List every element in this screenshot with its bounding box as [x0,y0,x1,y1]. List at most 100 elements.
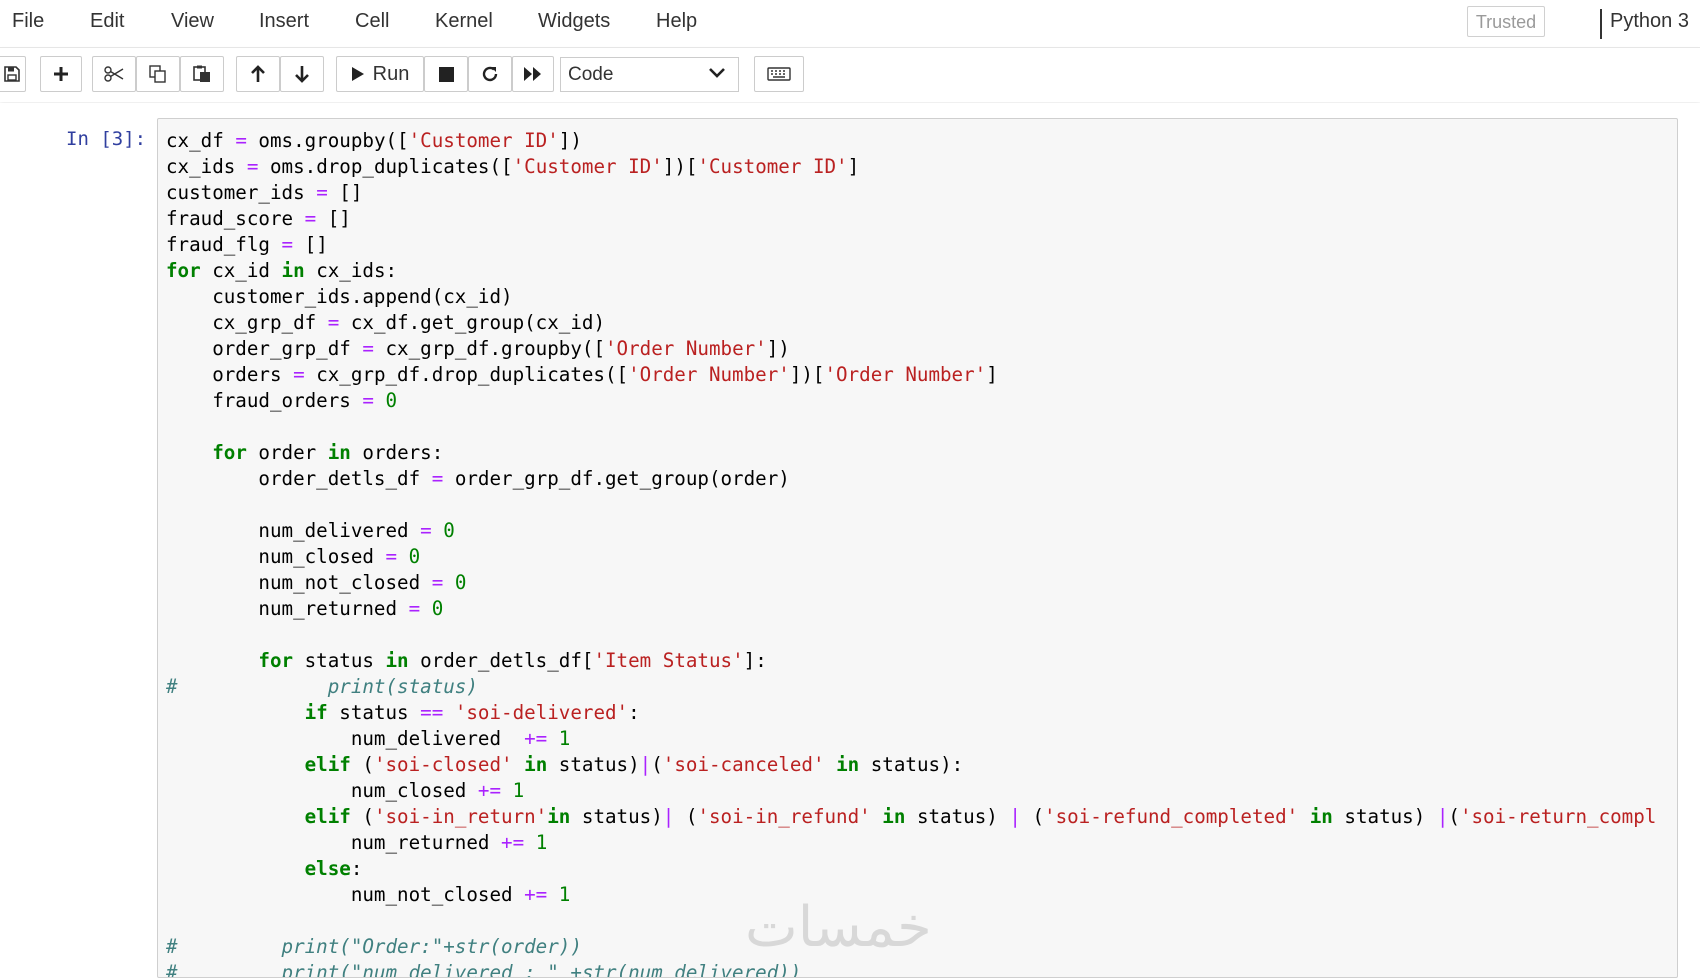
move-down-button[interactable] [280,56,324,92]
code-token: 1 [558,727,571,750]
chevron-down-icon [709,68,725,78]
code-token: 'soi-return_compl [1459,805,1657,828]
code-line: fraud_flg = [] [166,232,1656,258]
code-token: [] [327,181,363,204]
run-button[interactable]: Run [336,56,424,92]
menu-file[interactable]: File [12,10,44,33]
code-token: [] [293,233,328,256]
code-line: num_returned += 1 [166,830,1656,856]
run-label: Run [372,62,410,85]
menu-insert[interactable]: Insert [259,10,309,33]
cut-button[interactable] [92,56,136,92]
code-token: ]) [766,337,790,360]
trusted-indicator[interactable]: Trusted [1467,6,1545,37]
code-token: = [246,155,259,178]
code-token: = [362,337,374,360]
code-token: += [477,779,502,802]
code-token: oms.drop_duplicates([ [258,155,513,178]
code-token: = [431,467,444,490]
plus-icon [54,67,68,81]
paste-button[interactable] [180,56,224,92]
code-line: for cx_id in cx_ids: [166,258,1656,284]
save-button[interactable] [0,56,26,92]
code-line: num_returned = 0 [166,596,1656,622]
code-token: ( [651,753,663,776]
code-token: else [304,857,351,880]
copy-button[interactable] [136,56,180,92]
code-token: elif [304,805,351,828]
kernel-name[interactable]: Python 3 [1610,10,1689,33]
code-token: ] [986,363,998,386]
paste-icon [193,65,210,82]
input-prompt: In [3]: [66,128,147,150]
code-token: 'Customer ID' [512,155,663,178]
menu-widgets[interactable]: Widgets [538,10,610,33]
code-token: if [304,701,328,724]
code-token: in [1309,805,1333,828]
restart-button[interactable] [468,56,512,92]
code-token: elif [304,753,351,776]
code-token: ( [1020,805,1045,828]
code-line: for status in order_detls_df['Item Statu… [166,648,1656,674]
code-cell[interactable]: cx_df = oms.groupby(['Customer ID']) cx_i… [157,118,1678,978]
code-token: num_not_closed [166,571,432,594]
kernel-separator [1600,9,1602,39]
cell-type-value: Code [568,64,614,85]
restart-run-all-button[interactable] [512,56,554,92]
code-token: oms.groupby([ [246,129,409,152]
menu-kernel[interactable]: Kernel [435,10,493,33]
code-token: num_closed [166,779,478,802]
code-token: 1 [535,831,548,854]
fast-forward-icon [524,67,541,81]
code-token: order_grp_df.get_group(order) [443,467,790,490]
code-line: cx_grp_df = cx_df.get_group(cx_id) [166,310,1656,336]
move-up-button[interactable] [236,56,280,92]
code-token: status) [905,805,1010,828]
code-token: = [408,597,421,620]
code-line: order_detls_df = order_grp_df.get_group(… [166,466,1656,492]
code-token: status [327,701,421,724]
code-token: = [293,363,305,386]
code-token: cx_ids [166,155,247,178]
code-token: 'soi-canceled' [662,753,825,776]
code-token: = [385,545,398,568]
code-token: status) [547,753,640,776]
menu-view[interactable]: View [171,10,214,33]
interrupt-button[interactable] [424,56,468,92]
command-palette-button[interactable] [754,56,804,92]
code-token: status) [570,805,663,828]
code-token: in [281,259,305,282]
code-token: num_returned [166,831,502,854]
code-token: = [327,311,340,334]
menu-cell[interactable]: Cell [355,10,389,33]
cell-type-select[interactable]: Code [560,57,739,92]
code-token: | [1009,805,1021,828]
code-token: = [431,571,444,594]
code-line: order_grp_df = cx_grp_df.groupby(['Order… [166,336,1656,362]
menu-edit[interactable]: Edit [90,10,124,33]
code-editor[interactable]: cx_df = oms.groupby(['Customer ID']) cx_i… [166,128,1657,977]
code-line: num_closed = 0 [166,544,1656,570]
copy-icon [149,65,166,83]
code-line: num_not_closed = 0 [166,570,1656,596]
code-line: # print("num_delivered : " +str(num_deli… [166,960,1656,977]
code-token: order_grp_df [166,337,363,360]
code-token: for [258,649,294,672]
code-token: 'soi-in_return' [373,805,548,828]
code-token: in [327,441,351,464]
code-token: 0 [454,571,467,594]
code-token: status): [859,753,964,776]
code-line: orders = cx_grp_df.drop_duplicates(['Ord… [166,362,1656,388]
save-icon [4,66,20,82]
insert-cell-button[interactable] [40,56,82,92]
code-token: += [524,883,548,906]
menu-help[interactable]: Help [656,10,697,33]
